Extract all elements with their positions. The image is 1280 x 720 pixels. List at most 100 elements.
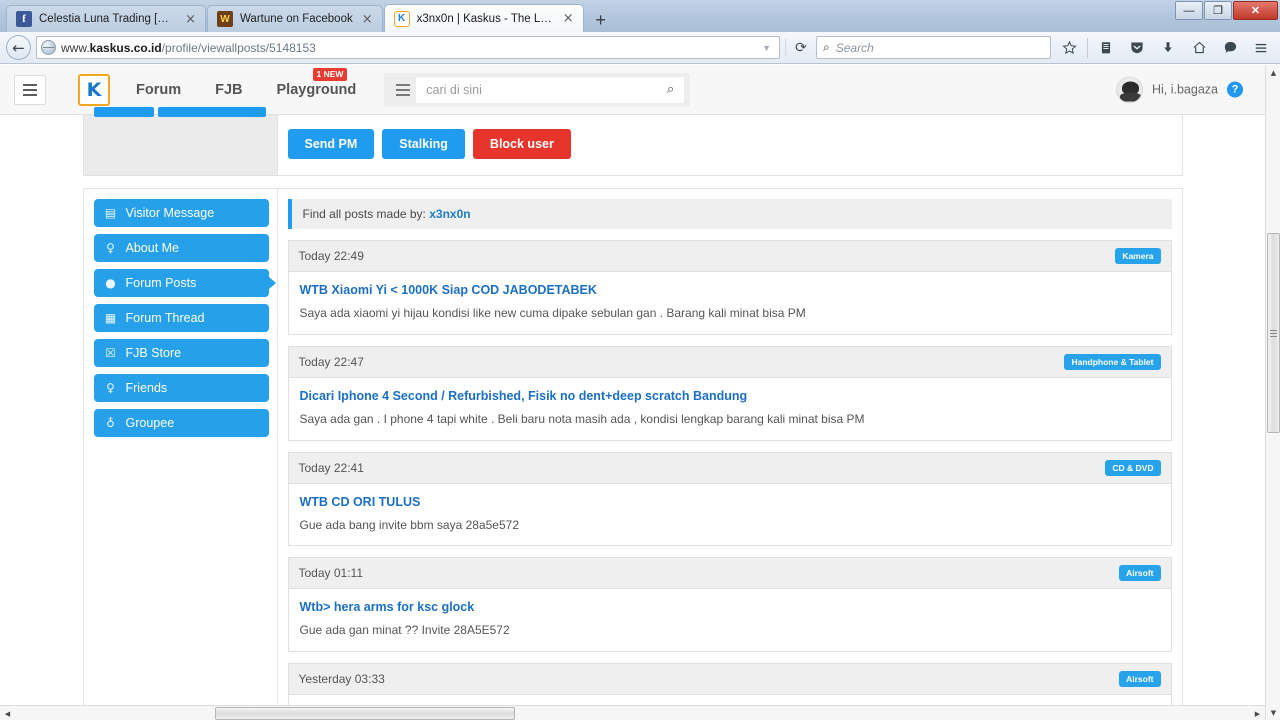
clipped-button-b[interactable] (157, 107, 266, 117)
profile-content: ▤ Visitor Message ♀ About Me ● Forum Pos… (82, 188, 1183, 720)
site-search-placeholder: cari di sini (426, 82, 482, 97)
post-title-link[interactable]: WTB Xiaomi Yi < 1000K Siap COD JABODETAB… (300, 283, 1160, 297)
sidebar-item-friends[interactable]: ♀ Friends (93, 374, 269, 402)
sidebar-item-forum-thread[interactable]: ▦ Forum Thread (93, 304, 269, 332)
post-header: Yesterday 03:33 Airsoft (288, 664, 1171, 696)
close-button[interactable]: ✕ (1233, 1, 1278, 20)
send-pm-button[interactable]: Send PM (287, 129, 375, 159)
post-category-badge[interactable]: Airsoft (1119, 671, 1161, 688)
help-icon[interactable]: ? (1227, 81, 1243, 98)
browser-tab-1[interactable]: f Celestia Luna Trading [CLT] × (6, 5, 206, 32)
globe-icon (41, 40, 56, 55)
tab-title: x3nx0n | Kaskus - The Larg... (416, 12, 554, 25)
site-search-input[interactable]: cari di sini ⌕ (416, 76, 685, 103)
post-item: Today 22:47 Handphone & Tablet Dicari Ip… (287, 345, 1172, 441)
post-time: Today 01:11 (298, 566, 364, 581)
horizontal-scroll-thumb[interactable] (215, 707, 515, 720)
profile-action-strip: Send PM Stalking Block user (82, 107, 1183, 176)
scroll-right-icon[interactable]: ▶ (1250, 706, 1265, 720)
nav-item-fjb[interactable]: FJB (215, 82, 242, 98)
post-time: Yesterday 03:33 (298, 672, 385, 687)
post-title-link[interactable]: WTB CD ORI TULUS (300, 495, 1160, 509)
scroll-left-icon[interactable]: ◀ (0, 706, 15, 720)
post-item: Today 22:49 Kamera WTB Xiaomi Yi < 1000K… (287, 240, 1172, 335)
sync-icon[interactable] (1217, 35, 1243, 61)
post-item: Today 01:11 Airsoft Wtb> hera arms for k… (287, 557, 1172, 653)
post-time: Today 22:41 (298, 460, 364, 475)
search-icon[interactable]: ⌕ (667, 82, 674, 97)
browser-window: f Celestia Luna Trading [CLT] × W Wartun… (0, 0, 1280, 720)
browser-search-input[interactable]: ⌕ Search (816, 36, 1051, 59)
post-header: Today 22:47 Handphone & Tablet (288, 346, 1171, 378)
message-icon: ▤ (104, 206, 117, 220)
post-header: Today 01:11 Airsoft (288, 558, 1171, 590)
horizontal-scrollbar[interactable]: ◀ ▶ (0, 705, 1265, 720)
sidebar-item-label: About Me (125, 241, 180, 255)
chevron-down-icon[interactable]: ▼ (762, 43, 775, 53)
site-menu-icon[interactable] (14, 74, 46, 105)
divider (1087, 37, 1088, 58)
bookmark-star-icon[interactable] (1056, 35, 1082, 61)
calendar-icon: ▦ (104, 311, 117, 325)
browser-tab-2[interactable]: W Wartune on Facebook × (207, 5, 383, 32)
reload-icon[interactable]: ⟳ (791, 40, 811, 56)
pocket-icon[interactable] (1124, 35, 1150, 61)
comment-icon: ● (105, 276, 116, 290)
sidebar-item-fjb-store[interactable]: ☒ FJB Store (93, 339, 269, 367)
post-time: Today 22:49 (298, 249, 364, 263)
sidebar-item-groupee[interactable]: ♁ Groupee (93, 409, 269, 437)
vertical-scroll-thumb[interactable] (1267, 233, 1280, 433)
find-posts-username[interactable]: x3nx0n (429, 207, 470, 221)
cart-icon: ☒ (105, 346, 116, 360)
profile-sidebar-stub (83, 107, 278, 175)
user-greeting[interactable]: Hi, i.bagaza (1152, 83, 1218, 97)
post-title-link[interactable]: Wtb> hera arms for ksc glock (300, 600, 1160, 614)
post-excerpt: Gue ada bang invite bbm saya 28a5e572 (299, 517, 520, 532)
post-item: Today 22:41 CD & DVD WTB CD ORI TULUS Gu… (287, 451, 1172, 547)
close-icon[interactable]: × (183, 13, 198, 26)
close-icon[interactable]: × (360, 13, 375, 26)
clipped-button-a[interactable] (93, 107, 154, 117)
search-category-icon[interactable] (390, 83, 416, 96)
action-button-row: Send PM Stalking Block user (287, 129, 1182, 159)
vertical-scrollbar[interactable]: ▲ ▼ (1265, 65, 1280, 720)
post-excerpt: Gue ada gan minat ?? Invite 28A5E572 (299, 623, 510, 638)
post-category-badge[interactable]: Handphone & Tablet (1064, 353, 1161, 370)
page-viewport: K Forum FJB Playground 1 NEW cari di sin… (0, 65, 1280, 720)
block-user-button[interactable]: Block user (472, 129, 571, 159)
post-header: Today 22:41 CD & DVD (288, 452, 1171, 484)
scroll-up-icon[interactable]: ▲ (1266, 65, 1280, 80)
browser-tab-3[interactable]: K x3nx0n | Kaskus - The Larg... × (383, 4, 584, 32)
post-category-badge[interactable]: Airsoft (1119, 565, 1161, 582)
new-tab-button[interactable]: + (588, 8, 614, 32)
post-header: Today 22:49 Kamera (288, 241, 1171, 272)
avatar[interactable] (1115, 76, 1143, 103)
sidebar-item-label: FJB Store (125, 346, 182, 360)
search-placeholder: Search (835, 40, 874, 55)
maximize-button[interactable]: ❐ (1204, 1, 1232, 20)
site-search: cari di sini ⌕ (384, 72, 691, 107)
scroll-grip-icon (1270, 328, 1277, 339)
post-body: Dicari Iphone 4 Second / Refurbished, Fi… (289, 378, 1171, 440)
sidebar-item-visitor-message[interactable]: ▤ Visitor Message (93, 199, 269, 227)
find-posts-bar: Find all posts made by: x3nx0n (287, 199, 1172, 229)
kaskus-icon: K (393, 10, 410, 27)
post-category-badge[interactable]: Kamera (1115, 248, 1161, 264)
address-bar[interactable]: www.kaskus.co.id/profile/viewallposts/51… (36, 36, 780, 59)
close-icon[interactable]: × (561, 12, 576, 25)
sidebar-item-about-me[interactable]: ♀ About Me (93, 234, 269, 262)
home-icon[interactable] (1186, 35, 1212, 61)
post-title-link[interactable]: Dicari Iphone 4 Second / Refurbished, Fi… (300, 389, 1160, 403)
scroll-down-icon[interactable]: ▼ (1266, 705, 1280, 720)
menu-icon[interactable] (1248, 35, 1274, 61)
stalking-button[interactable]: Stalking (382, 129, 465, 159)
nav-item-playground[interactable]: Playground 1 NEW (277, 67, 356, 98)
downloads-icon[interactable] (1155, 35, 1181, 61)
back-button[interactable]: ← (6, 35, 31, 60)
post-category-badge[interactable]: CD & DVD (1105, 459, 1161, 476)
nav-item-forum[interactable]: Forum (136, 82, 181, 98)
kaskus-logo-icon[interactable]: K (78, 73, 110, 106)
reading-list-icon[interactable] (1093, 35, 1119, 61)
minimize-button[interactable]: — (1175, 1, 1203, 20)
sidebar-item-forum-posts[interactable]: ● Forum Posts (93, 269, 276, 297)
